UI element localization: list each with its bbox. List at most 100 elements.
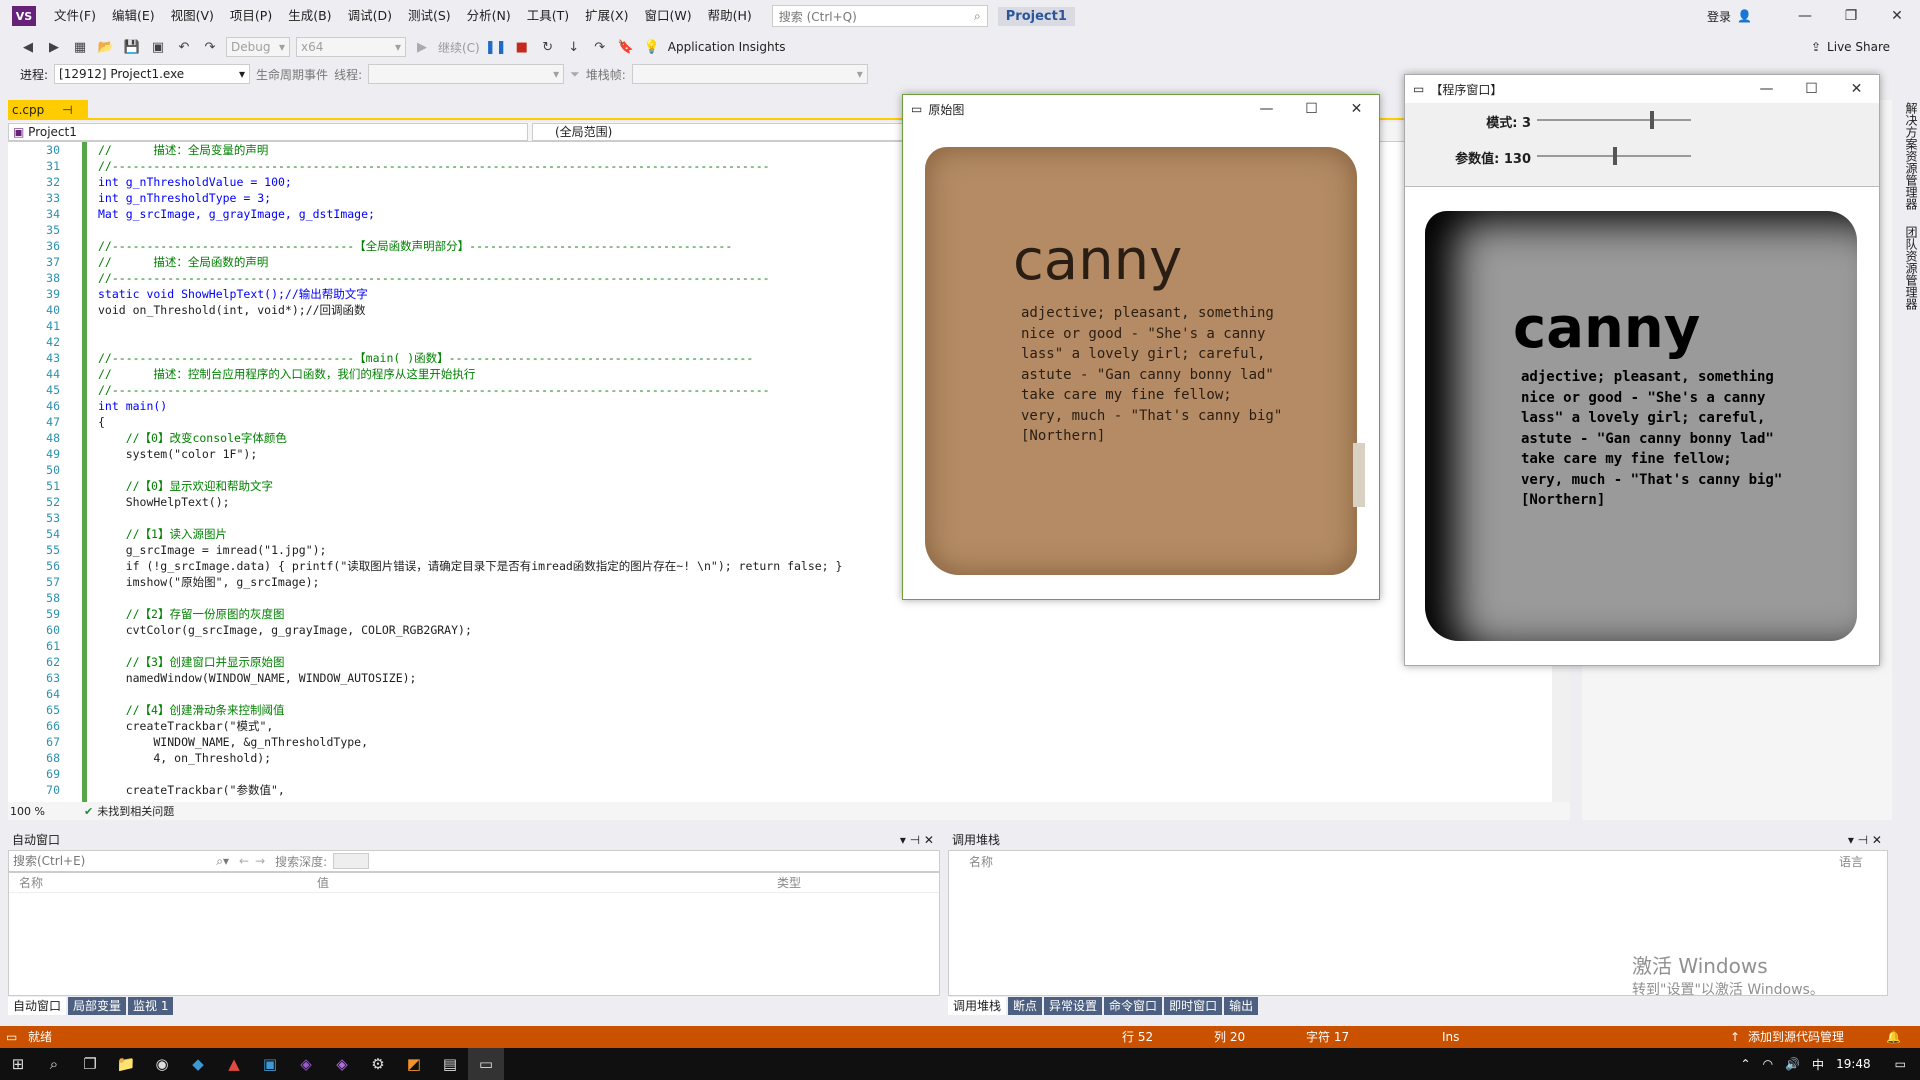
scope-nav-select[interactable]: (全局范围) <box>532 123 912 141</box>
lifecycle-events-button[interactable]: 生命周期事件 <box>256 66 328 83</box>
menu-item[interactable]: 项目(P) <box>222 0 280 32</box>
code-line[interactable]: WINDOW_NAME, &g_nThresholdType, <box>98 734 842 750</box>
code-line[interactable]: //【0】改变console字体颜色 <box>98 430 842 446</box>
close-button[interactable]: ✕ <box>1334 101 1379 117</box>
open-folder-icon[interactable]: 📂 <box>96 37 116 57</box>
auto-window-search-input[interactable]: 搜索(Ctrl+E) ⌕▾ <box>9 851 229 871</box>
tab-team-explorer[interactable]: 团队资源管理器 <box>1904 226 1918 310</box>
filter-icon[interactable]: ⏷ <box>570 67 580 82</box>
menu-item[interactable]: 文件(F) <box>46 0 104 32</box>
process-select[interactable]: [12912] Project1.exe ▾ <box>54 64 251 84</box>
vscode-icon[interactable]: ◆ <box>180 1048 216 1080</box>
menu-item[interactable]: 调试(D) <box>340 0 400 32</box>
menu-item[interactable]: 分析(N) <box>459 0 519 32</box>
code-line[interactable]: //-----------------------------------【ma… <box>98 350 842 366</box>
chrome-icon[interactable]: ◉ <box>144 1048 180 1080</box>
minimize-button[interactable]: — <box>1744 81 1789 97</box>
save-icon[interactable]: 💾 <box>122 37 142 57</box>
panel-tab[interactable]: 调用堆栈 <box>948 997 1007 1015</box>
insert-mode[interactable]: Ins <box>1442 1026 1459 1048</box>
code-line[interactable]: int g_nThresholdType = 3; <box>98 190 842 206</box>
minimize-button[interactable]: — <box>1782 0 1828 32</box>
code-line[interactable]: createTrackbar("参数值", <box>98 782 842 798</box>
code-line[interactable]: //--------------------------------------… <box>98 270 842 286</box>
back-icon[interactable]: ◀ <box>18 37 38 57</box>
code-line[interactable]: // 描述：全局函数的声明 <box>98 254 842 270</box>
maximize-button[interactable]: ☐ <box>1289 101 1334 117</box>
stop-icon[interactable]: ■ <box>512 37 532 57</box>
issues-status[interactable]: 未找到相关问题 <box>97 803 174 819</box>
code-line[interactable] <box>98 318 842 334</box>
code-line[interactable] <box>98 590 842 606</box>
play-icon[interactable]: ▶ <box>412 37 432 57</box>
code-line[interactable] <box>98 222 842 238</box>
close-button[interactable]: ✕ <box>1874 0 1920 32</box>
code-line[interactable] <box>98 686 842 702</box>
pause-icon[interactable]: ❚❚ <box>485 37 507 57</box>
panel-tab[interactable]: 输出 <box>1224 997 1259 1015</box>
menu-item[interactable]: 测试(S) <box>400 0 459 32</box>
app-icon[interactable]: ▣ <box>252 1048 288 1080</box>
code-line[interactable]: createTrackbar("模式", <box>98 718 842 734</box>
visual-studio-icon[interactable]: ◈ <box>324 1048 360 1080</box>
menu-item[interactable]: 工具(T) <box>519 0 577 32</box>
undo-icon[interactable]: ↶ <box>174 37 194 57</box>
close-button[interactable]: ✕ <box>1834 81 1879 97</box>
tab-c-cpp[interactable]: c.cpp ⊣ ✕ <box>8 100 88 137</box>
panel-tab[interactable]: 断点 <box>1008 997 1043 1015</box>
search-depth-select[interactable] <box>333 853 370 869</box>
code-line[interactable]: { <box>98 414 842 430</box>
step-into-icon[interactable]: ↓ <box>564 37 584 57</box>
menu-item[interactable]: 视图(V) <box>163 0 222 32</box>
code-line[interactable]: //--------------------------------------… <box>98 382 842 398</box>
column-header-name[interactable]: 名称 <box>949 853 993 870</box>
trackbar-mode[interactable] <box>1537 109 1691 133</box>
input-language[interactable]: 中 <box>1812 1056 1824 1073</box>
thread-select[interactable]: ▾ <box>368 64 565 84</box>
code-line[interactable]: //【3】创建窗口并显示原始图 <box>98 654 842 670</box>
code-line[interactable]: void on_Threshold(int, void*);//回调函数 <box>98 302 842 318</box>
code-line[interactable]: system("color 1F"); <box>98 446 842 462</box>
trackbar-param[interactable] <box>1537 145 1691 169</box>
original-image-window[interactable]: ▭ 原始图 — ☐ ✕ canny adjective; pleasant, s… <box>902 94 1380 600</box>
stack-frame-select[interactable]: ▾ <box>631 64 868 84</box>
panel-tab[interactable]: 异常设置 <box>1044 997 1103 1015</box>
code-line[interactable]: Mat g_srcImage, g_grayImage, g_dstImage; <box>98 206 842 222</box>
application-insights-button[interactable]: Application Insights <box>668 40 786 54</box>
panel-tab[interactable]: 命令窗口 <box>1104 997 1163 1015</box>
code-line[interactable]: //-----------------------------------【全局… <box>98 238 842 254</box>
action-center-icon[interactable]: ▭ <box>1895 1057 1906 1071</box>
tray-chevron-icon[interactable]: ⌃ <box>1741 1057 1751 1071</box>
code-line[interactable]: imshow("原始图", g_srcImage); <box>98 574 842 590</box>
tab-solution-explorer[interactable]: 解决方案资源管理器 <box>1904 102 1918 210</box>
menu-item[interactable]: 扩展(X) <box>577 0 636 32</box>
continue-button[interactable]: 继续(C) <box>438 39 480 56</box>
code-line[interactable]: int main() <box>98 398 842 414</box>
start-icon[interactable]: ⊞ <box>0 1048 36 1080</box>
maximize-button[interactable]: ☐ <box>1789 81 1834 97</box>
code-line[interactable]: g_srcImage = imread("1.jpg"); <box>98 542 842 558</box>
file-explorer-icon[interactable]: 📁 <box>108 1048 144 1080</box>
app-icon[interactable]: ▭ <box>468 1048 504 1080</box>
code-line[interactable]: 4, on_Threshold); <box>98 750 842 766</box>
login-link[interactable]: 登录 <box>1707 8 1731 25</box>
code-line[interactable] <box>98 510 842 526</box>
lightbulb-icon[interactable]: 💡 <box>642 37 662 57</box>
panel-tab[interactable]: 局部变量 <box>68 997 127 1015</box>
code-line[interactable]: //【4】创建滑动条来控制阈值 <box>98 702 842 718</box>
app-icon[interactable]: ▲ <box>216 1048 252 1080</box>
panel-controls[interactable]: ▾ ⊣ ✕ <box>1848 830 1888 850</box>
volume-icon[interactable]: 🔊 <box>1785 1057 1800 1071</box>
live-share-button[interactable]: Live Share <box>1827 40 1890 54</box>
bookmark-icon[interactable]: 🔖 <box>616 37 636 57</box>
add-to-source-control-button[interactable]: 添加到源代码管理 <box>1748 1026 1844 1048</box>
column-header-value[interactable]: 值 <box>311 874 771 891</box>
code-line[interactable]: //【2】存留一份原图的灰度图 <box>98 606 842 622</box>
column-header-name[interactable]: 名称 <box>9 874 311 891</box>
trackbar-thumb[interactable] <box>1650 111 1654 129</box>
code-line[interactable]: //【1】读入源图片 <box>98 526 842 542</box>
panel-controls[interactable]: ▾ ⊣ ✕ <box>900 830 940 850</box>
visual-studio-logo-icon[interactable]: VS <box>12 6 36 26</box>
code-line[interactable] <box>98 334 842 350</box>
app-icon[interactable]: ⚙ <box>360 1048 396 1080</box>
